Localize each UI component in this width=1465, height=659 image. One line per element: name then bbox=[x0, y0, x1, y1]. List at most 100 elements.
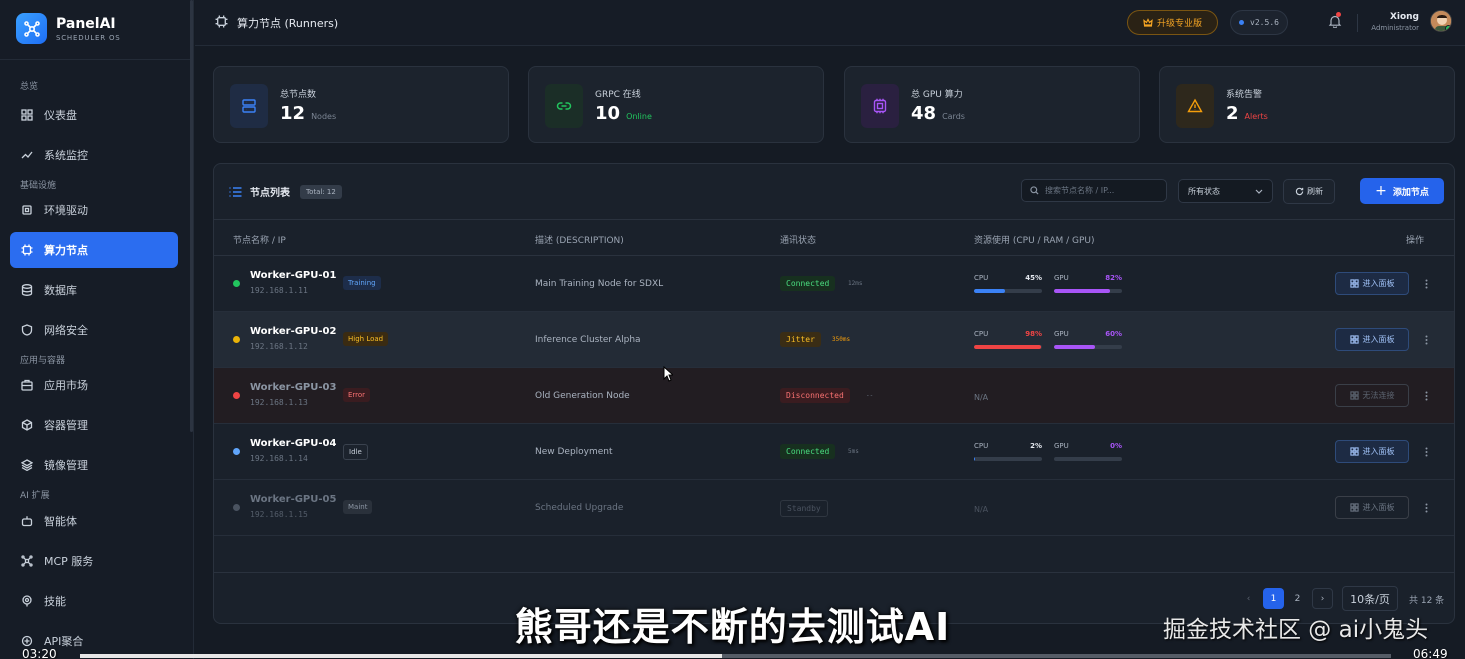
node-tag: Error bbox=[343, 388, 371, 402]
enter-panel-button[interactable]: 进入面板 bbox=[1335, 272, 1409, 295]
upgrade-button[interactable]: 升级专业版 bbox=[1127, 10, 1218, 35]
status-filter-value: 所有状态 bbox=[1188, 186, 1220, 196]
table-row[interactable]: Worker-GPU-03 192.168.1.13 Error Old Gen… bbox=[214, 368, 1454, 424]
table-row[interactable]: Worker-GPU-01 192.168.1.11 Training Main… bbox=[214, 256, 1454, 312]
enter-panel-button[interactable]: 进入面板 bbox=[1335, 496, 1409, 519]
table-row[interactable]: Worker-GPU-02 192.168.1.12 High Load Inf… bbox=[214, 312, 1454, 368]
panel-toolbar: 节点列表 Total: 12 所有状态 刷新 + 添加节点 bbox=[214, 164, 1454, 220]
status-dot bbox=[233, 504, 240, 511]
node-description: Main Training Node for SDXL bbox=[535, 279, 664, 289]
user-info[interactable]: Xiong Administrator bbox=[1365, 12, 1419, 32]
sidebar-scrollbar[interactable] bbox=[190, 0, 193, 432]
enter-panel-label: 进入面板 bbox=[1362, 447, 1395, 456]
more-vertical-icon[interactable] bbox=[1421, 445, 1431, 459]
sidebar-item-label: 系统监控 bbox=[44, 149, 88, 162]
gpu-usage: GPU 82% bbox=[1054, 274, 1122, 296]
sidebar-item-monitoring[interactable]: 系统监控 bbox=[10, 137, 178, 173]
refresh-icon bbox=[1295, 187, 1304, 196]
cpu-usage: CPU 2% bbox=[974, 442, 1042, 464]
gpu-label: GPU bbox=[1054, 274, 1069, 282]
notifications-button[interactable] bbox=[1328, 12, 1342, 32]
more-vertical-icon[interactable] bbox=[1421, 501, 1431, 515]
search-box[interactable] bbox=[1021, 179, 1167, 202]
connection-status: Standby bbox=[780, 500, 828, 517]
grid-icon bbox=[1349, 503, 1359, 512]
more-vertical-icon[interactable] bbox=[1421, 277, 1431, 291]
sidebar-item-label: 智能体 bbox=[44, 515, 77, 528]
grid-icon bbox=[1349, 335, 1359, 344]
gpu-bar bbox=[1054, 289, 1110, 293]
link-icon bbox=[545, 84, 583, 128]
gpu-card-icon bbox=[861, 84, 899, 128]
sidebar-item-runners[interactable]: 算力节点 bbox=[10, 232, 178, 268]
node-ip: 192.168.1.14 bbox=[250, 454, 308, 463]
sidebar-item-images[interactable]: 镜像管理 bbox=[10, 447, 178, 483]
stat-label: GRPC 在线 bbox=[595, 90, 641, 100]
sidebar-item-label: 算力节点 bbox=[44, 244, 88, 257]
search-icon bbox=[1030, 186, 1039, 195]
brand[interactable]: PanelAI SCHEDULER OS bbox=[16, 13, 121, 44]
stat-label: 系统告警 bbox=[1226, 90, 1263, 100]
sidebar-item-drivers[interactable]: 环境驱动 bbox=[10, 192, 178, 228]
grid-icon bbox=[1349, 279, 1359, 288]
sidebar-item-mcp[interactable]: MCP 服务 bbox=[10, 543, 178, 579]
page-title: 算力节点 (Runners) bbox=[215, 15, 338, 31]
sidebar-item-label: 容器管理 bbox=[44, 419, 88, 432]
total-badge: Total: 12 bbox=[300, 184, 342, 199]
section-overview: 总览 bbox=[20, 82, 39, 92]
cannot-connect-button[interactable]: 无法连接 bbox=[1335, 384, 1409, 407]
refresh-button[interactable]: 刷新 bbox=[1283, 179, 1335, 204]
enter-panel-label: 进入面板 bbox=[1362, 335, 1395, 344]
server-icon bbox=[230, 84, 268, 128]
more-vertical-icon[interactable] bbox=[1421, 389, 1431, 403]
status-dot bbox=[233, 336, 240, 343]
node-name: Worker-GPU-05 bbox=[250, 494, 337, 505]
panel-footer-divider bbox=[214, 572, 1454, 573]
video-current-time: 03:20 bbox=[22, 647, 57, 659]
table-row[interactable]: Worker-GPU-05 192.168.1.15 Maint Schedul… bbox=[214, 480, 1454, 536]
search-input[interactable] bbox=[1045, 186, 1160, 195]
node-tag: Idle bbox=[343, 444, 368, 460]
more-vertical-icon[interactable] bbox=[1421, 333, 1431, 347]
panelai-logo-icon bbox=[16, 13, 47, 44]
sidebar-item-dashboard[interactable]: 仪表盘 bbox=[10, 97, 178, 133]
add-node-button[interactable]: + 添加节点 bbox=[1360, 178, 1444, 204]
crown-icon bbox=[1143, 17, 1153, 27]
gpu-bar bbox=[1054, 345, 1095, 349]
dashboard-icon bbox=[20, 108, 34, 122]
cpu-value: 98% bbox=[1025, 330, 1042, 338]
status-filter-select[interactable]: 所有状态 bbox=[1178, 179, 1273, 203]
sidebar-item-agents[interactable]: 智能体 bbox=[10, 503, 178, 539]
video-progress-fill bbox=[80, 654, 723, 658]
connection-status: Jitter bbox=[780, 332, 821, 347]
cpu-usage: CPU 45% bbox=[974, 274, 1042, 296]
enter-panel-button[interactable]: 进入面板 bbox=[1335, 440, 1409, 463]
connection-status: Disconnected bbox=[780, 388, 850, 403]
node-name: Worker-GPU-04 bbox=[250, 438, 337, 449]
store-icon bbox=[20, 378, 34, 392]
connection-status: Connected bbox=[780, 276, 836, 291]
stat-label: 总 GPU 算力 bbox=[911, 90, 963, 100]
table-row[interactable]: Worker-GPU-04 192.168.1.14 Idle New Depl… bbox=[214, 424, 1454, 480]
sidebar-divider bbox=[0, 59, 193, 60]
latency: 12ms bbox=[848, 280, 863, 287]
video-progress-bar[interactable] bbox=[80, 654, 1391, 658]
column-header-actions: 操作 bbox=[1406, 236, 1425, 246]
panel-title-text: 节点列表 bbox=[250, 188, 290, 199]
network-icon bbox=[20, 554, 34, 568]
sidebar-item-app-store[interactable]: 应用市场 bbox=[10, 367, 178, 403]
node-tag: Maint bbox=[343, 500, 373, 514]
sidebar-item-database[interactable]: 数据库 bbox=[10, 272, 178, 308]
enter-panel-button[interactable]: 进入面板 bbox=[1335, 328, 1409, 351]
stat-unit: Cards bbox=[942, 112, 965, 121]
sidebar-item-security[interactable]: 网络安全 bbox=[10, 312, 178, 348]
cpu-bar bbox=[974, 457, 976, 461]
sidebar-item-label: 环境驱动 bbox=[44, 204, 88, 217]
sidebar-item-containers[interactable]: 容器管理 bbox=[10, 407, 178, 443]
sidebar-item-label: 镜像管理 bbox=[44, 459, 88, 472]
node-description: Old Generation Node bbox=[535, 391, 630, 401]
cpu-usage: CPU 98% bbox=[974, 330, 1042, 352]
user-name: Xiong bbox=[1389, 12, 1419, 22]
node-name: Worker-GPU-03 bbox=[250, 382, 337, 393]
avatar[interactable] bbox=[1430, 10, 1452, 32]
